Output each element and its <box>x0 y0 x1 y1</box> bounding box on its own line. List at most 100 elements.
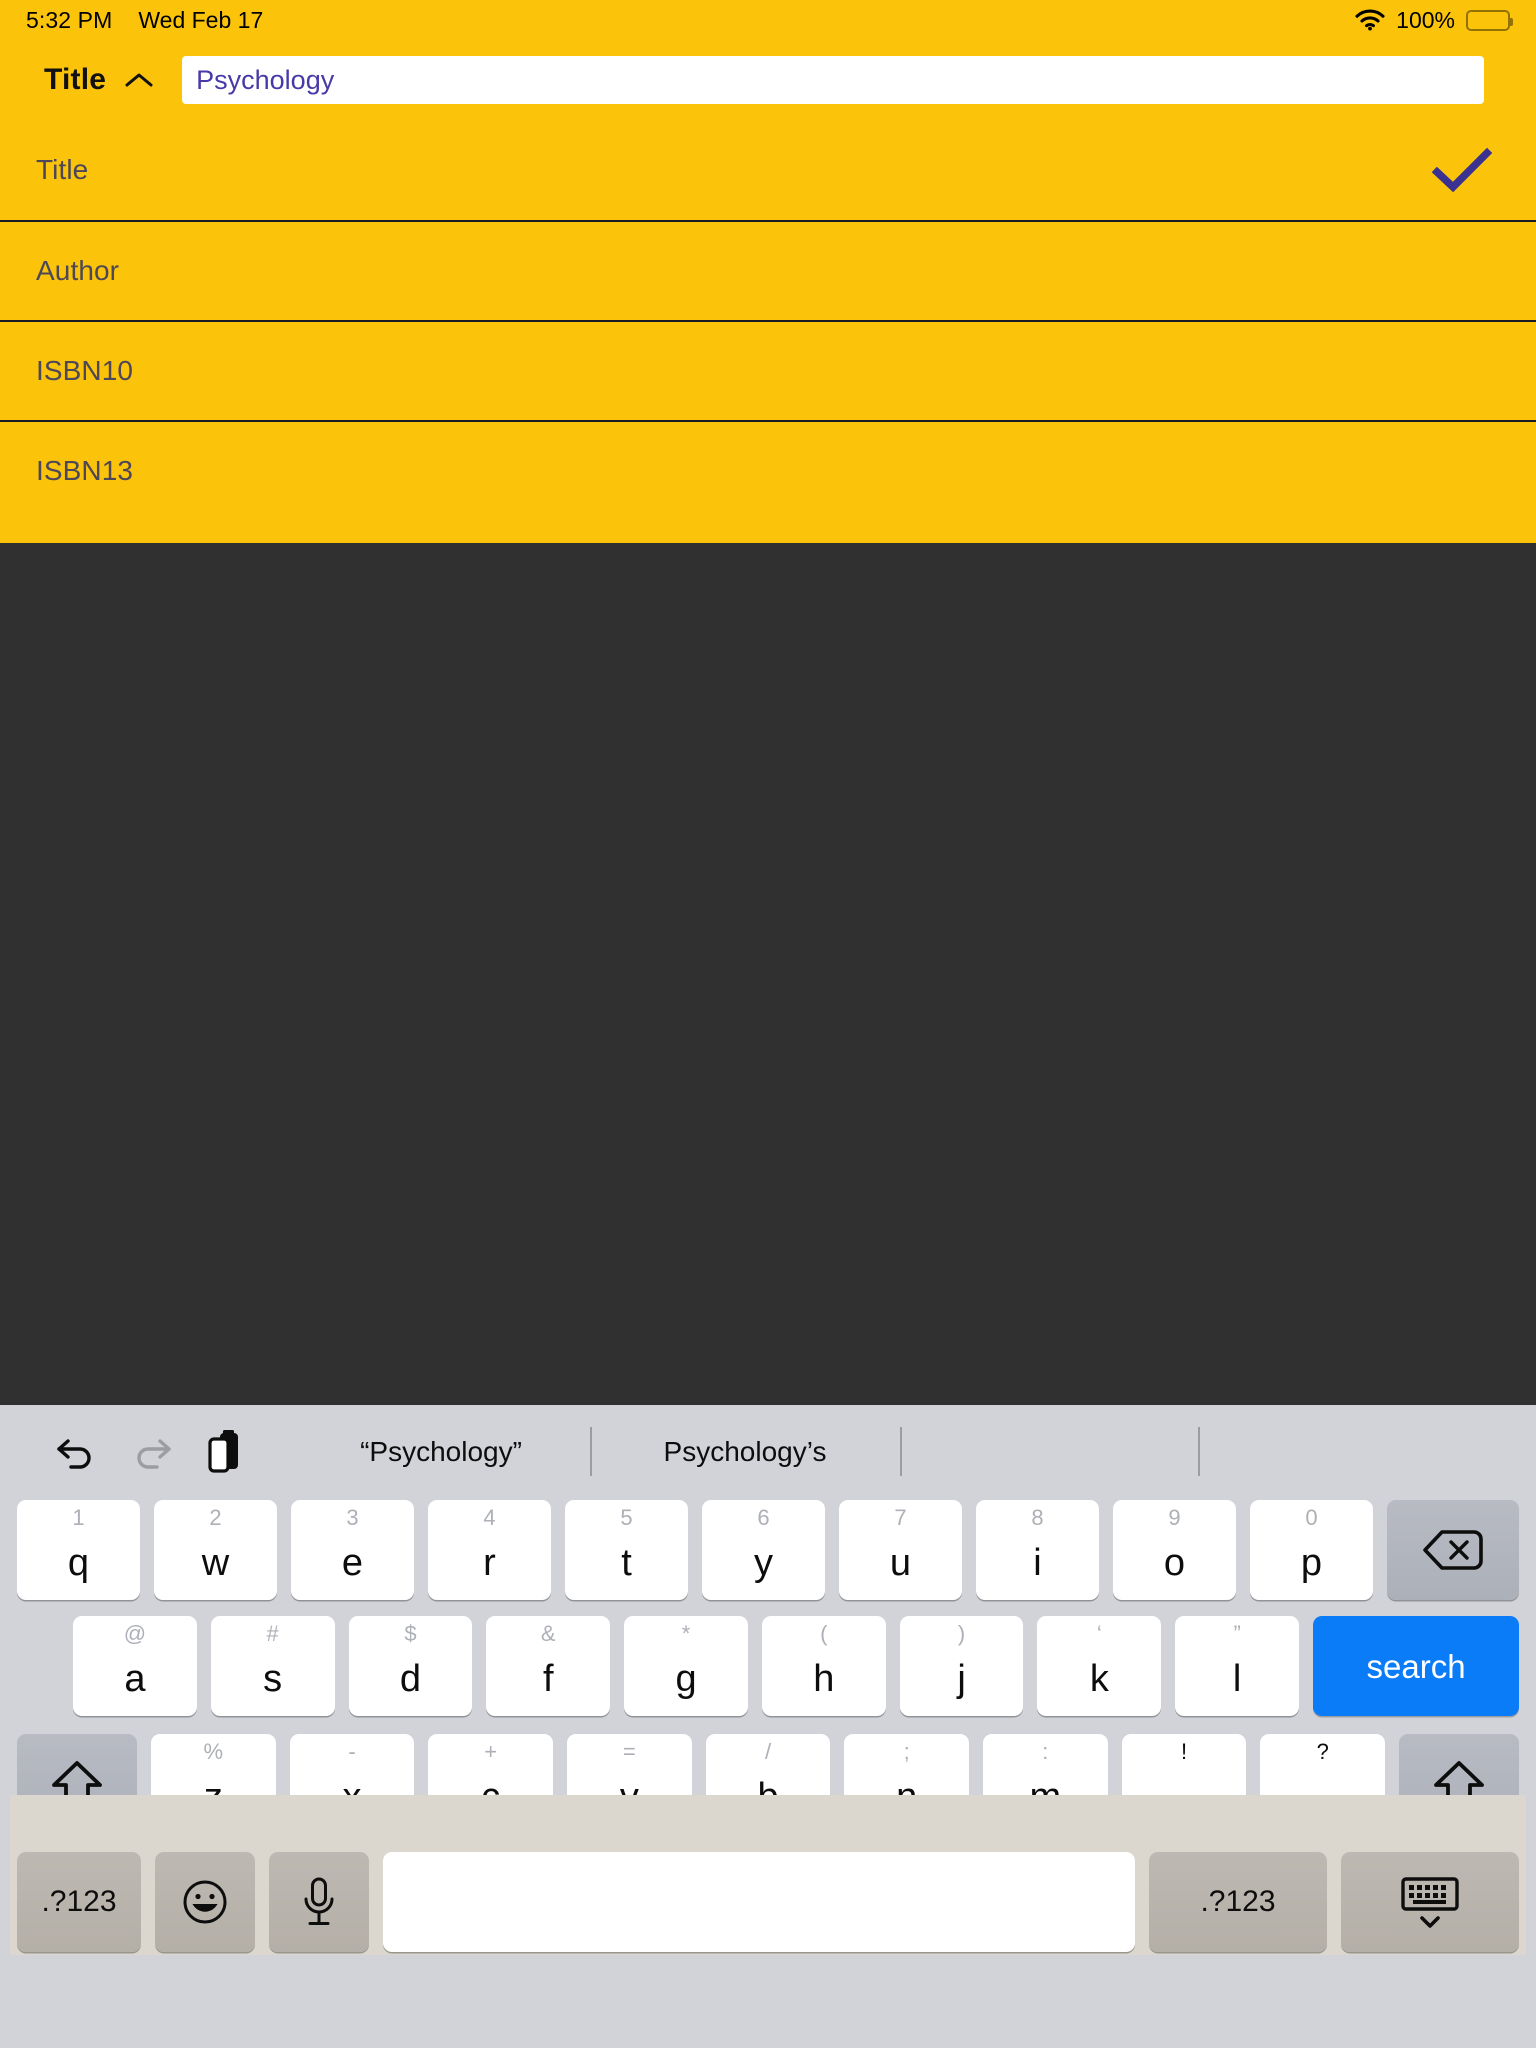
key-hint: $ <box>404 1621 417 1646</box>
key-label: i <box>1033 1542 1042 1584</box>
key-label: s <box>263 1658 283 1700</box>
paste-icon[interactable] <box>188 1415 262 1489</box>
key-s[interactable]: # s <box>210 1616 335 1716</box>
key-t[interactable]: 5t <box>565 1500 688 1600</box>
search-key-label: search <box>1366 1647 1466 1685</box>
key-j[interactable]: ) j <box>899 1616 1024 1716</box>
suggestion-list: “Psychology” Psychology’s <box>262 1405 1536 1498</box>
numbers-key-label: .?123 <box>41 1885 117 1918</box>
key-hint: 5 <box>620 1505 633 1530</box>
key-hint: 9 <box>1168 1505 1181 1530</box>
key-label: l <box>1232 1658 1242 1700</box>
field-row-isbn10[interactable]: ISBN10 <box>0 320 1536 420</box>
chevron-up-icon[interactable] <box>122 63 156 97</box>
key-r[interactable]: 4r <box>428 1500 551 1600</box>
battery-full-icon <box>1466 9 1513 31</box>
title-input[interactable] <box>182 56 1484 104</box>
key-hint: & <box>540 1621 556 1646</box>
backspace-key[interactable] <box>1387 1500 1519 1600</box>
key-hint: 8 <box>1031 1505 1044 1530</box>
checkmark-icon <box>1432 147 1492 193</box>
suggestion-item[interactable] <box>900 1405 1200 1498</box>
key-hint: ‘ <box>1096 1621 1102 1646</box>
key-label: a <box>124 1658 146 1700</box>
dismiss-keyboard-key[interactable] <box>1341 1852 1519 1952</box>
key-label: p <box>1300 1542 1323 1584</box>
key-hint: 1 <box>72 1505 85 1530</box>
key-hint: ( <box>820 1621 828 1646</box>
active-field-editor: Title <box>0 40 1536 120</box>
key-label: u <box>889 1542 912 1584</box>
field-row-author[interactable]: Author <box>0 220 1536 320</box>
dictation-key[interactable] <box>269 1852 369 1952</box>
field-row-isbn13[interactable]: ISBN13 <box>0 420 1536 520</box>
key-hint: * <box>681 1621 691 1646</box>
status-bar-time: 5:32 PM <box>26 6 113 33</box>
key-rows: 1q 2w 3e 4r 5t 6y 7u 8i 9o 0p @ a # s $ … <box>0 1498 1536 1955</box>
numbers-key-right[interactable]: .?123 <box>1149 1852 1327 1952</box>
key-label: r <box>483 1542 496 1584</box>
battery-percent-label: 100% <box>1396 6 1455 33</box>
key-hint: 2 <box>209 1505 222 1530</box>
keyboard-row-1: 1q 2w 3e 4r 5t 6y 7u 8i 9o 0p <box>10 1498 1526 1601</box>
numbers-key-left[interactable]: .?123 <box>17 1852 141 1952</box>
key-label: f <box>542 1658 554 1700</box>
key-hint: 3 <box>346 1505 359 1530</box>
status-bar: 5:32 PM Wed Feb 17 100% <box>0 0 1536 40</box>
key-hint: - <box>348 1739 356 1764</box>
key-g[interactable]: * g <box>624 1616 748 1716</box>
key-d[interactable]: $ d <box>348 1616 473 1716</box>
microphone-icon <box>299 1876 339 1928</box>
key-k[interactable]: ‘k <box>1037 1616 1162 1716</box>
key-hint: = <box>622 1739 636 1764</box>
key-hint: : <box>1042 1739 1049 1764</box>
key-i[interactable]: 8i <box>976 1500 1099 1600</box>
key-f[interactable]: & f <box>486 1616 611 1716</box>
emoji-key[interactable] <box>155 1852 255 1952</box>
numbers-key-label: .?123 <box>1200 1885 1276 1918</box>
key-label: h <box>813 1658 835 1700</box>
key-hint: ) <box>957 1621 966 1646</box>
suggestion-item[interactable]: Psychology’s <box>590 1405 900 1498</box>
key-w[interactable]: 2w <box>154 1500 277 1600</box>
key-hint: ; <box>903 1739 910 1764</box>
key-hint: ” <box>1233 1621 1241 1646</box>
key-hint: # <box>266 1621 279 1646</box>
key-label: e <box>341 1542 364 1584</box>
status-bar-date: Wed Feb 17 <box>138 6 264 33</box>
editing-toolbar <box>0 1415 262 1489</box>
search-key[interactable]: search <box>1313 1616 1520 1716</box>
key-hint: 4 <box>483 1505 496 1530</box>
key-l[interactable]: ” l <box>1175 1616 1300 1716</box>
key-o[interactable]: 9o <box>1113 1500 1236 1600</box>
key-label: j <box>957 1658 966 1700</box>
key-hint: 6 <box>757 1505 770 1530</box>
key-hint: 7 <box>894 1505 907 1530</box>
key-h[interactable]: (h <box>761 1616 886 1716</box>
suggestion-item[interactable]: “Psychology” <box>292 1405 590 1498</box>
key-label: y <box>754 1542 773 1584</box>
field-row-label: ISBN10 <box>36 355 134 386</box>
key-label: k <box>1089 1658 1109 1700</box>
dismiss-keyboard-icon <box>1399 1874 1461 1930</box>
field-row-title[interactable]: Title <box>0 120 1536 220</box>
key-e[interactable]: 3e <box>291 1500 414 1600</box>
suggestion-bar: “Psychology” Psychology’s <box>0 1405 1536 1498</box>
key-label: g <box>675 1658 697 1700</box>
space-key[interactable] <box>383 1852 1135 1952</box>
undo-icon[interactable] <box>40 1415 114 1489</box>
key-hint: @ <box>123 1621 147 1646</box>
key-hint: + <box>484 1739 498 1764</box>
backspace-icon <box>1422 1528 1484 1572</box>
key-a[interactable]: @ a <box>73 1616 197 1716</box>
field-row-label: Title <box>36 154 89 185</box>
key-p[interactable]: 0p <box>1250 1500 1373 1600</box>
key-hint: ! <box>1180 1739 1188 1764</box>
key-q[interactable]: 1q <box>17 1500 140 1600</box>
key-y[interactable]: 6y <box>702 1500 825 1600</box>
key-u[interactable]: 7u <box>839 1500 962 1600</box>
key-label: t <box>621 1542 632 1584</box>
key-label: o <box>1163 1542 1186 1584</box>
wifi-icon <box>1355 9 1385 31</box>
key-hint: % <box>203 1739 224 1764</box>
